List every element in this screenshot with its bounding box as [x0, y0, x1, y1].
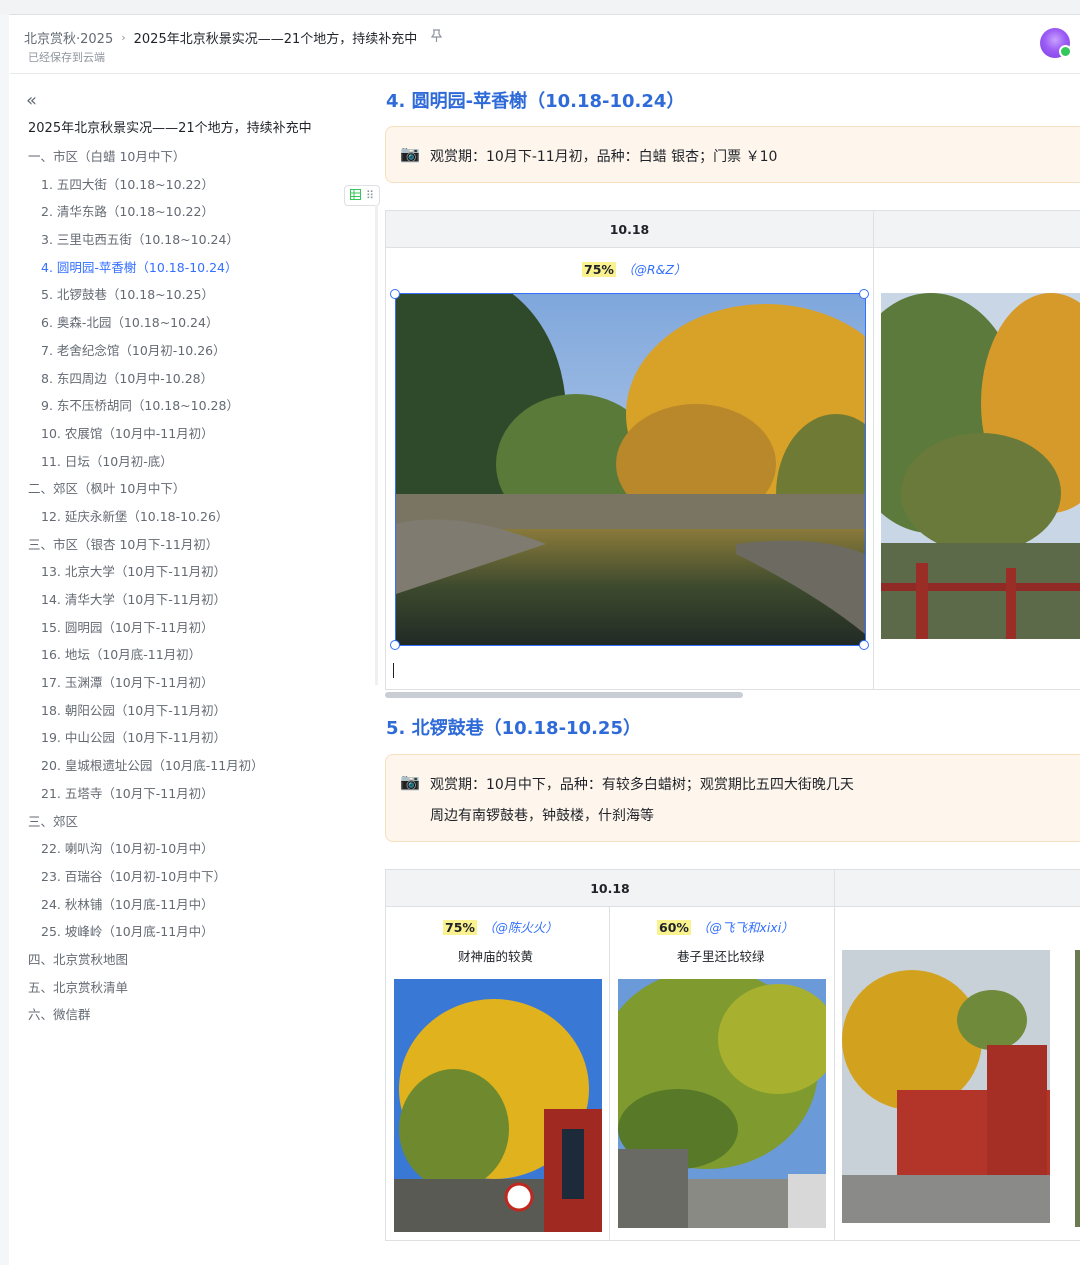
- text-cursor: [393, 663, 394, 678]
- column-divider: [834, 870, 835, 1240]
- toc-item[interactable]: 17. 玉渊潭（10月下-11月初）: [28, 673, 368, 701]
- table-of-contents: 2025年北京秋景实况——21个地方，持续补充中 一、市区（白蜡 10月中下） 1…: [28, 119, 368, 1033]
- doc-header: 北京赏秋·2025 › 2025年北京秋景实况——21个地方，持续补充中 已经保…: [10, 15, 1080, 74]
- online-status-dot: [1059, 45, 1072, 58]
- toc-item[interactable]: 16. 地坛（10月底-11月初）: [28, 645, 368, 673]
- toc-item[interactable]: 12. 延庆永新堡（10.18-10.26）: [28, 507, 368, 535]
- left-rail: [0, 14, 9, 1265]
- pin-icon[interactable]: [431, 29, 443, 46]
- credit-mention[interactable]: （@R&Z）: [622, 262, 687, 277]
- toc-item[interactable]: 11. 日坛（10月初-底）: [28, 452, 368, 480]
- caishen-temple-photo[interactable]: [394, 979, 602, 1232]
- callout-block[interactable]: 📷 观赏期：10月中下，品种：有较多白蜡树；观赏期比五四大街晚几天 周边有南锣鼓…: [385, 754, 1080, 842]
- toc-item[interactable]: 21. 五塔寺（10月下-11月初）: [28, 784, 368, 812]
- block-guide-line: [375, 205, 378, 685]
- toc-item[interactable]: 8. 东四周边（10月中-10.28）: [28, 369, 368, 397]
- toc-list: 一、市区（白蜡 10月中下） 1. 五四大街（10.18~10.22） 2. 清华东…: [28, 147, 368, 1033]
- toc-item[interactable]: 1. 五四大街（10.18~10.22）: [28, 175, 368, 203]
- hutong-green-photo[interactable]: [618, 979, 826, 1228]
- toc-item[interactable]: 22. 喇叭沟（10月初-10月中）: [28, 839, 368, 867]
- toc-item[interactable]: 六、微信群: [28, 1005, 368, 1033]
- percent-highlight: 60%: [657, 920, 691, 935]
- table-header-cell[interactable]: [874, 211, 1080, 248]
- toc-item[interactable]: 24. 秋林铺（10月底-11月中）: [28, 895, 368, 923]
- yuanmingyuan-bridge-photo[interactable]: [881, 293, 1080, 639]
- breadcrumb-current[interactable]: 2025年北京秋景实况——21个地方，持续补充中: [134, 28, 418, 47]
- breadcrumb-parent[interactable]: 北京赏秋·2025: [24, 28, 113, 47]
- toc-item[interactable]: 2. 清华东路（10.18~10.22）: [28, 202, 368, 230]
- camera-icon: 📷: [400, 772, 420, 791]
- toc-item[interactable]: 9. 东不压桥胡同（10.18~10.28）: [28, 396, 368, 424]
- resize-handle[interactable]: [859, 289, 869, 299]
- resize-handle[interactable]: [390, 289, 400, 299]
- toc-item[interactable]: 15. 圆明园（10月下-11月初）: [28, 618, 368, 646]
- drag-handle-icon[interactable]: ⠿: [366, 189, 374, 202]
- photo-table[interactable]: 10.18 75% （@陈火火） 财神庙的较黄 60% （@飞飞和xixi） 巷子里…: [385, 869, 1080, 1241]
- toc-item[interactable]: 20. 皇城根遗址公园（10月底-11月初）: [28, 756, 368, 784]
- red-wall-street-photo[interactable]: [842, 950, 1050, 1223]
- progress-label: 75% （@陈火火）: [443, 917, 558, 936]
- toc-item[interactable]: 一、市区（白蜡 10月中下）: [28, 147, 368, 175]
- toc-item[interactable]: 二、郊区（枫叶 10月中下）: [28, 479, 368, 507]
- avatar[interactable]: [1040, 28, 1072, 58]
- toc-item[interactable]: 25. 坡峰岭（10月底-11月中）: [28, 922, 368, 950]
- toc-title[interactable]: 2025年北京秋景实况——21个地方，持续补充中: [28, 119, 368, 147]
- table-header-cell[interactable]: 10.18: [386, 211, 873, 248]
- toc-item[interactable]: 三、市区（银杏 10月下-11月初）: [28, 535, 368, 563]
- toc-item[interactable]: 10. 农展馆（10月中-11月初）: [28, 424, 368, 452]
- callout-text: 观赏期：10月中下，品种：有较多白蜡树；观赏期比五四大街晚几天: [430, 777, 854, 793]
- percent-highlight: 75%: [582, 262, 616, 277]
- progress-label: 75% （@R&Z）: [582, 259, 686, 278]
- table-horizontal-scrollbar[interactable]: [385, 692, 743, 698]
- block-toolbar[interactable]: ⠿: [344, 185, 380, 206]
- toc-item[interactable]: 6. 奥森-北园（10.18~10.24）: [28, 313, 368, 341]
- yuanmingyuan-lake-photo[interactable]: [395, 293, 866, 646]
- percent-highlight: 75%: [443, 920, 477, 935]
- breadcrumb: 北京赏秋·2025 › 2025年北京秋景实况——21个地方，持续补充中: [24, 28, 443, 47]
- table-header-cell[interactable]: [835, 870, 1080, 907]
- clipped-photo[interactable]: [1075, 950, 1080, 1227]
- chevron-right-icon: ›: [121, 31, 126, 44]
- column-divider: [609, 906, 610, 1240]
- toc-item[interactable]: 23. 百瑞谷（10月初-10月中下）: [28, 867, 368, 895]
- resize-handle[interactable]: [390, 640, 400, 650]
- toc-item[interactable]: 三、郊区: [28, 812, 368, 840]
- window-top-edge: [0, 0, 1080, 15]
- photo-caption: 财神庙的较黄: [458, 949, 534, 964]
- credit-mention[interactable]: （@陈火火）: [483, 920, 558, 935]
- progress-label: 60% （@飞飞和xixi）: [657, 917, 794, 936]
- toc-item[interactable]: 19. 中山公园（10月下-11月初）: [28, 728, 368, 756]
- table-icon[interactable]: [349, 188, 361, 203]
- toc-item[interactable]: 4. 圆明园-苹香榭（10.18-10.24）: [28, 258, 368, 286]
- toc-item[interactable]: 18. 朝阳公园（10月下-11月初）: [28, 701, 368, 729]
- camera-icon: 📷: [400, 144, 420, 163]
- credit-mention[interactable]: （@飞飞和xixi）: [697, 920, 794, 935]
- callout-text: 周边有南锣鼓巷，钟鼓楼，什刹海等: [430, 808, 654, 824]
- section-heading[interactable]: 5. 北锣鼓巷（10.18-10.25）: [386, 714, 641, 740]
- callout-block[interactable]: 📷 观赏期：10月下-11月初，品种：白蜡 银杏；门票 ￥10: [385, 126, 1080, 183]
- photo-caption: 巷子里还比较绿: [677, 949, 765, 964]
- table-header-cell[interactable]: 10.18: [386, 870, 834, 907]
- toc-item[interactable]: 7. 老舍纪念馆（10月初-10.26）: [28, 341, 368, 369]
- photo-table[interactable]: 10.18 75% （@R&Z）: [385, 210, 1080, 690]
- save-status: 已经保存到云端: [28, 51, 105, 64]
- toc-item[interactable]: 四、北京赏秋地图: [28, 950, 368, 978]
- toc-item[interactable]: 五、北京赏秋清单: [28, 978, 368, 1006]
- toc-item[interactable]: 13. 北京大学（10月下-11月初）: [28, 562, 368, 590]
- toc-item[interactable]: 5. 北锣鼓巷（10.18~10.25）: [28, 285, 368, 313]
- column-divider: [873, 211, 874, 689]
- callout-text: 观赏期：10月下-11月初，品种：白蜡 银杏；门票 ￥10: [430, 149, 778, 165]
- toc-item[interactable]: 14. 清华大学（10月下-11月初）: [28, 590, 368, 618]
- toc-item[interactable]: 3. 三里屯西五街（10.18~10.24）: [28, 230, 368, 258]
- collapse-toc-icon[interactable]: «: [26, 90, 37, 111]
- section-heading[interactable]: 4. 圆明园-苹香榭（10.18-10.24）: [386, 87, 684, 113]
- resize-handle[interactable]: [859, 640, 869, 650]
